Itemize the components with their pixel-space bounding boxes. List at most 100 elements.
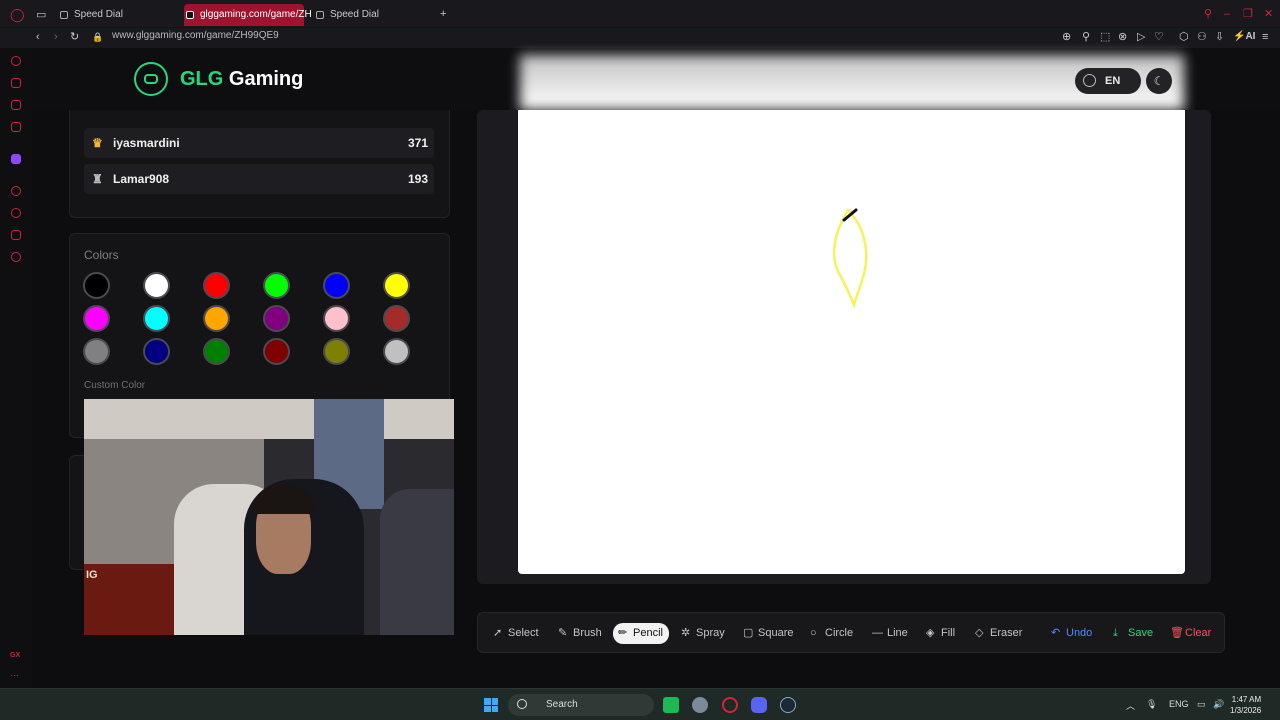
color-swatch[interactable] (323, 272, 350, 299)
taskbar-app-green-icon[interactable] (663, 697, 679, 713)
sidebar-more-icon[interactable]: ⋯ (10, 670, 19, 681)
taskbar-opera-gx-icon[interactable] (722, 697, 738, 713)
webcam-second-person (380, 489, 454, 635)
color-swatch[interactable] (83, 338, 110, 365)
sidebar-m-icon[interactable] (11, 122, 21, 132)
color-swatch[interactable] (143, 338, 170, 365)
adblock-icon[interactable]: ⊗ (1118, 30, 1127, 44)
tab-label: Speed Dial (74, 9, 123, 20)
player-name: iyasmardini (113, 136, 180, 150)
windows-start-icon[interactable] (484, 698, 498, 712)
drawing-layer (832, 207, 868, 309)
logo-prefix: GLG (180, 68, 224, 90)
close-icon[interactable]: ✕ (1264, 7, 1273, 21)
save-button[interactable]: ⤓ Save (1108, 623, 1159, 644)
tray-language[interactable]: ENG (1169, 699, 1189, 709)
color-swatch[interactable] (83, 305, 110, 332)
new-tab-icon[interactable]: + (440, 7, 446, 21)
tab-speed-dial-1[interactable]: Speed Dial (58, 4, 178, 26)
color-swatch[interactable] (263, 305, 290, 332)
menu-icon[interactable]: ≡ (1262, 30, 1268, 44)
tool-label: Undo (1066, 627, 1093, 639)
custom-color-label: Custom Color (84, 380, 146, 391)
sidebar-settings-icon[interactable] (11, 252, 21, 262)
tray-chevron-icon[interactable]: ︿ (1126, 699, 1135, 712)
url-field[interactable]: www.glggaming.com/game/ZH99QE9 (112, 30, 279, 41)
tool-eraser-button[interactable]: ◇ Eraser (970, 623, 1028, 644)
sidebar-history-icon[interactable] (11, 208, 21, 218)
sidebar-gx-label[interactable]: GX (10, 652, 20, 659)
color-swatch[interactable] (263, 272, 290, 299)
tray-microphone-icon[interactable]: 🎙 (1146, 699, 1157, 710)
taskbar-clock[interactable]: 1:47 AM 1/3/2026 (1230, 694, 1261, 716)
sidebar-extensions-icon[interactable] (11, 230, 21, 240)
yellow-pencil-stroke (832, 207, 868, 309)
download-icon[interactable]: ⇩ (1215, 30, 1224, 44)
sidebar-twitch-icon[interactable] (11, 154, 21, 164)
sidebar-messenger-icon[interactable] (11, 100, 21, 110)
ai-button[interactable]: ⚡AI (1233, 30, 1255, 44)
pencil-icon: ✏ (618, 627, 628, 639)
tool-label: Square (758, 627, 794, 639)
taskbar-steam-icon[interactable] (780, 697, 796, 713)
minimize-icon[interactable]: – (1224, 7, 1230, 21)
tray-display-icon[interactable]: ▭ (1197, 699, 1206, 710)
zoom-icon[interactable]: ⊕ (1062, 30, 1071, 44)
tray-volume-icon[interactable]: 🔊 (1213, 699, 1224, 710)
opera-logo-icon[interactable]: ◯ (10, 8, 25, 22)
color-swatch[interactable] (203, 272, 230, 299)
reload-icon[interactable]: ↻ (70, 30, 79, 44)
tool-square-button[interactable]: ▢ Square (738, 623, 799, 644)
taskbar-settings-icon[interactable] (692, 697, 708, 713)
tool-line-button[interactable]: — Line (867, 623, 914, 644)
tab-speed-dial-2[interactable]: Speed Dial (314, 4, 434, 26)
clear-button[interactable]: 🗑 Clear (1165, 623, 1217, 644)
color-swatch[interactable] (143, 272, 170, 299)
tab-overview-icon[interactable]: ▭ (36, 8, 46, 22)
pin-icon[interactable]: ⚲ (1082, 30, 1090, 44)
site-logo-text[interactable]: GLG Gaming (180, 68, 303, 91)
undo-button[interactable]: ↶ Undo (1046, 623, 1098, 644)
site-favicon-icon (186, 11, 194, 19)
color-swatch[interactable] (383, 272, 410, 299)
search-tabs-icon[interactable]: ⚲ (1204, 7, 1212, 21)
tab-glggaming[interactable]: glggaming.com/game/ZH (184, 4, 312, 26)
account-icon[interactable]: ⚇ (1197, 30, 1207, 44)
color-swatch[interactable] (203, 338, 230, 365)
tool-circle-button[interactable]: ○ Circle (805, 623, 859, 644)
color-swatch[interactable] (323, 305, 350, 332)
tool-label: Save (1128, 627, 1154, 639)
color-swatch[interactable] (383, 305, 410, 332)
snapshot-icon[interactable]: ⬚ (1100, 30, 1110, 44)
logo-suffix: Gaming (223, 68, 304, 90)
color-swatch[interactable] (383, 338, 410, 365)
browser-tab-bar: ◯ ▭ Speed Dial glggaming.com/game/ZH Spe… (0, 0, 1280, 28)
tool-fill-button[interactable]: ◈ Fill (921, 623, 961, 644)
color-swatch[interactable] (263, 338, 290, 365)
tool-brush-button[interactable]: ✎ Brush (553, 623, 608, 644)
theme-toggle-moon-icon[interactable]: ☾ (1146, 68, 1172, 94)
maximize-icon[interactable]: ❐ (1243, 7, 1253, 21)
sidebar-gx-control-icon[interactable] (11, 56, 21, 66)
tool-select-button[interactable]: ➚ Select (488, 623, 545, 644)
forward-icon[interactable]: › (54, 30, 58, 44)
tool-pencil-button[interactable]: ✏ Pencil (613, 623, 669, 644)
taskbar-search[interactable]: Search (508, 694, 654, 716)
color-swatch[interactable] (203, 305, 230, 332)
color-swatch[interactable] (323, 338, 350, 365)
back-icon[interactable]: ‹ (36, 30, 40, 44)
tool-spray-button[interactable]: ✲ Spray (676, 623, 731, 644)
leaderboard-row: ♜ Lamar908 193 (84, 164, 434, 194)
language-selector[interactable]: EN (1075, 68, 1141, 94)
heart-icon[interactable]: ♡ (1154, 30, 1164, 44)
player-icon[interactable]: ▷ (1137, 30, 1145, 44)
gamepad-logo-icon[interactable] (134, 62, 168, 96)
color-swatch[interactable] (143, 305, 170, 332)
drawing-canvas[interactable] (518, 110, 1185, 574)
taskbar-discord-icon[interactable] (751, 697, 767, 713)
extensions-icon[interactable]: ⬡ (1179, 30, 1189, 44)
sidebar-player-icon[interactable] (11, 186, 21, 196)
sidebar-gx-corner-icon[interactable] (11, 78, 21, 88)
color-swatch[interactable] (83, 272, 110, 299)
player-score: 193 (407, 172, 428, 186)
